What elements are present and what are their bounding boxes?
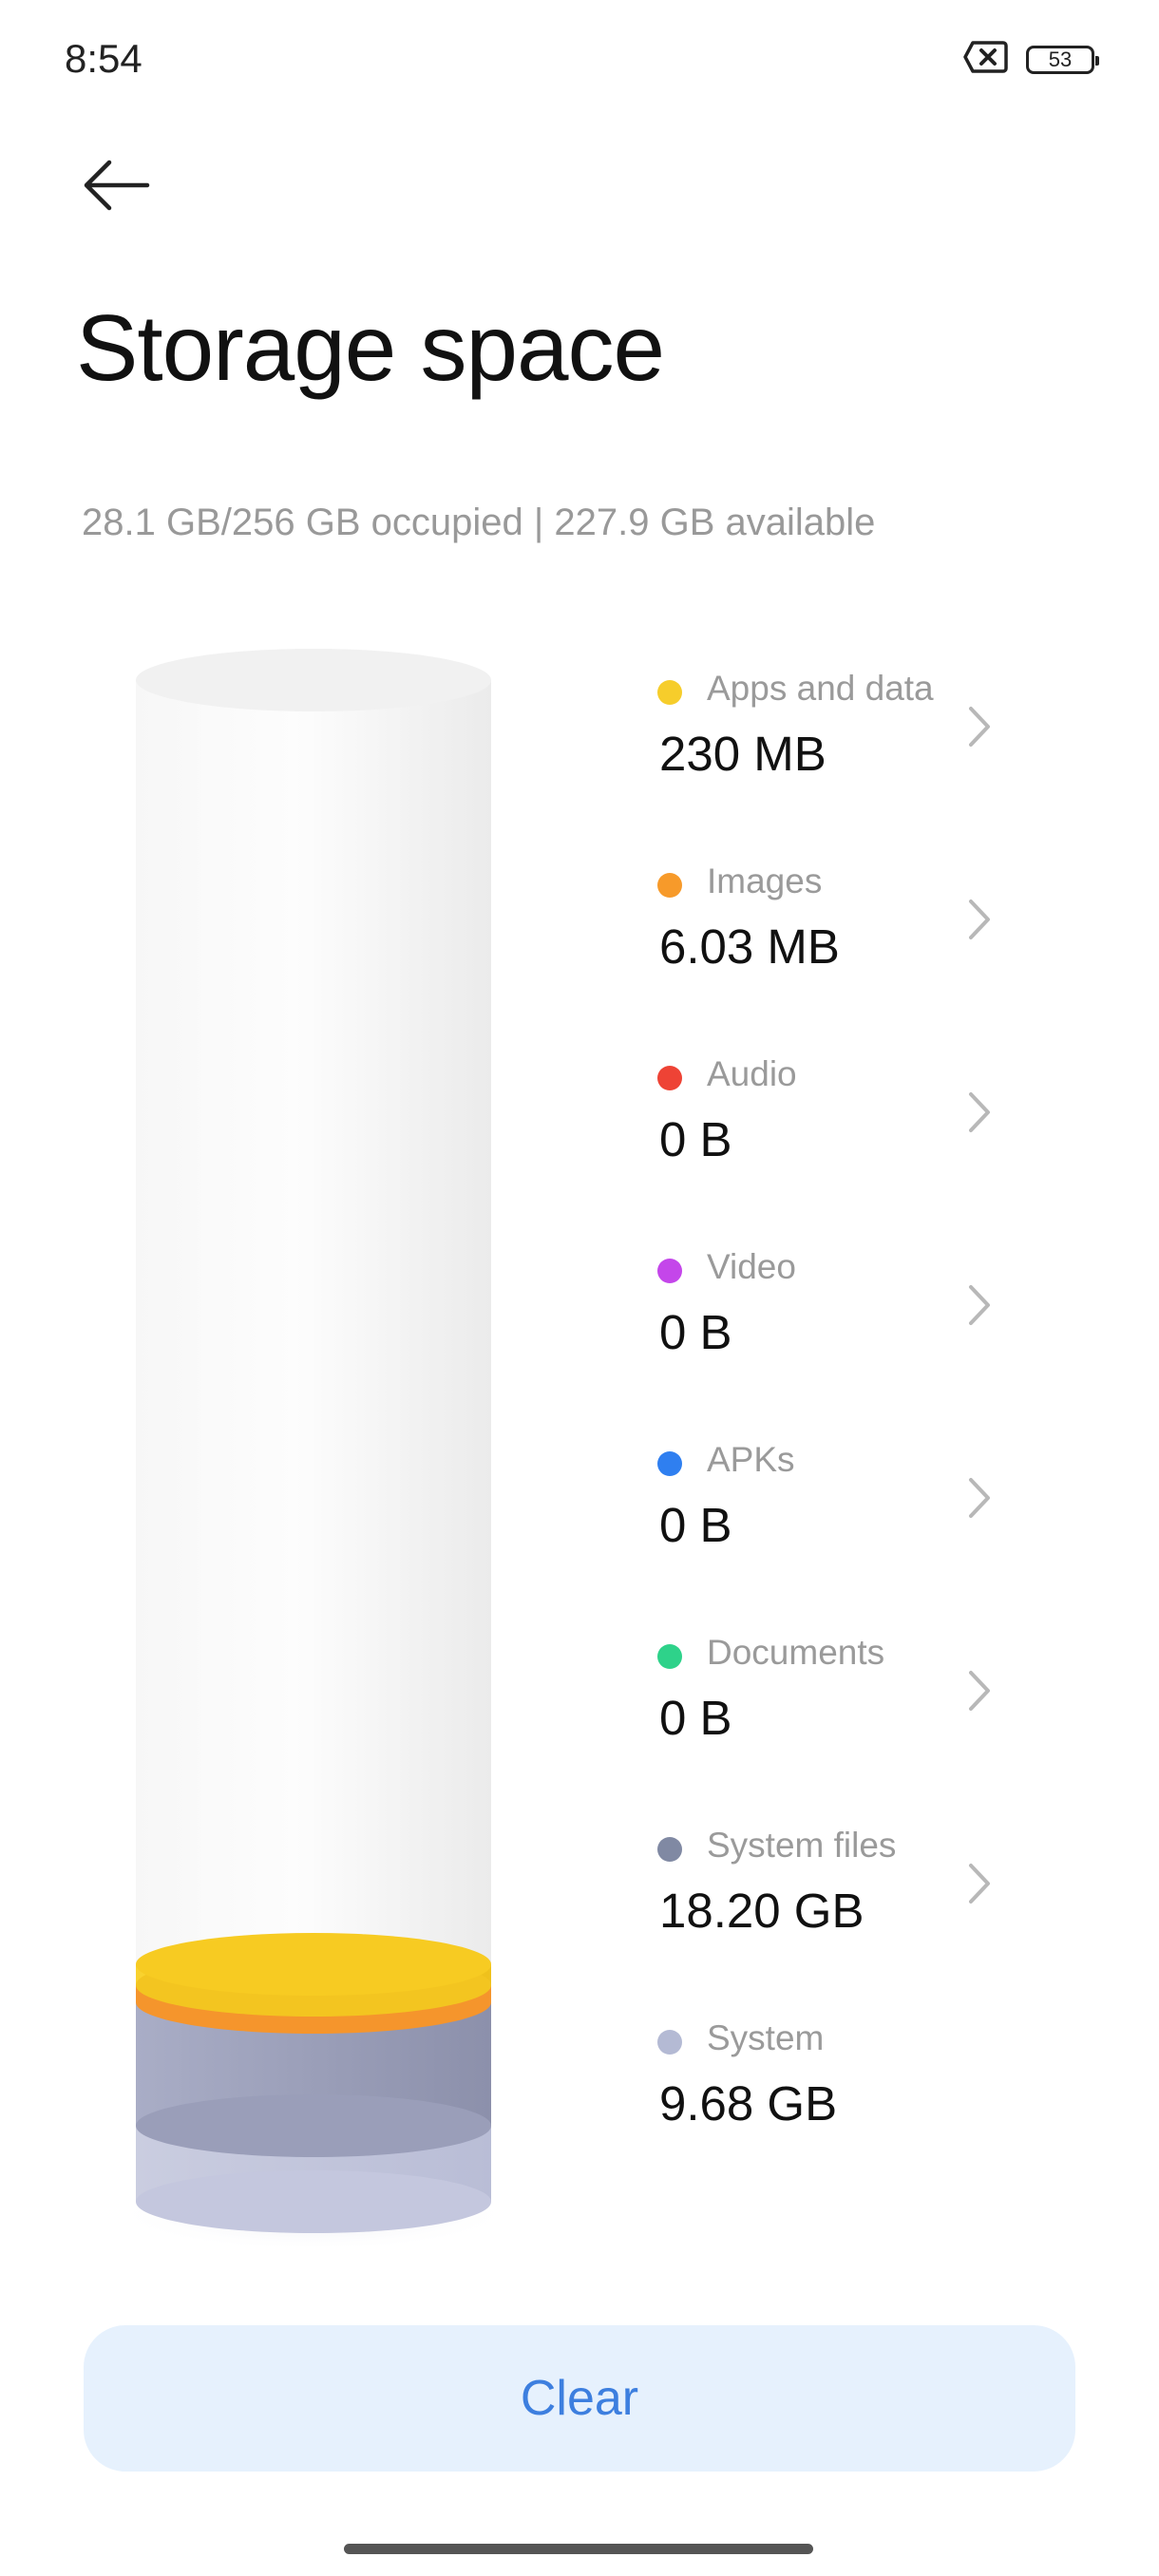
storage-screen: 8:54 53 Storage space 28.1 GB/256 GB occ… [0,0,1159,2576]
category-color-dot [657,1837,682,1862]
storage-category-item[interactable]: System files 18.20 GB [656,1812,998,2005]
segment-system-files-bottom [136,2094,491,2157]
category-label: Documents [707,1633,885,1672]
status-time: 8:54 [65,36,142,81]
category-color-dot [657,680,682,705]
category-color-dot [657,1644,682,1669]
category-label: Video [707,1247,796,1286]
category-size: 0 B [659,1691,732,1745]
chevron-right-icon [969,1092,990,1132]
category-label: Images [707,862,823,900]
chevron-right-icon [969,1671,990,1711]
category-size: 18.20 GB [659,1884,864,1938]
storage-category-item[interactable]: Audio 0 B [656,1041,998,1234]
category-label: APKs [707,1440,795,1479]
no-sim-icon [963,40,1009,79]
cylinder-top [136,649,491,711]
category-label: System files [707,1826,897,1865]
category-color-dot [657,873,682,898]
chevron-right-icon [969,900,990,939]
battery-level: 53 [1048,47,1073,71]
category-color-dot [657,1451,682,1476]
category-size: 9.68 GB [659,2076,838,2131]
category-size: 0 B [659,1112,732,1166]
storage-category-item[interactable]: Images 6.03 MB [656,848,998,1041]
segment-system-bottom [136,2170,491,2233]
category-size: 230 MB [659,727,826,781]
category-color-dot [657,1259,682,1283]
category-label: Apps and data [707,669,934,708]
storage-category-item[interactable]: Documents 0 B [656,1619,998,1812]
storage-category-list: Apps and data 230 MB Images 6.03 MB Audio 0 B… [656,655,998,2198]
chevron-right-icon [969,1285,990,1325]
home-indicator[interactable] [344,2544,813,2554]
category-color-dot [657,1066,682,1090]
storage-category-item[interactable]: APKs 0 B [656,1427,998,1619]
storage-category-item: System 9.68 GB [656,2005,998,2198]
clear-button[interactable]: Clear [84,2325,1075,2472]
storage-category-item[interactable]: Apps and data 230 MB [656,655,998,848]
storage-summary: 28.1 GB/256 GB occupied | 227.9 GB avail… [82,502,876,543]
back-button[interactable] [78,152,154,218]
category-size: 6.03 MB [659,919,840,974]
category-color-dot [657,2030,682,2055]
chevron-right-icon [969,707,990,747]
category-size: 0 B [659,1305,732,1359]
segment-apps-top [136,1933,491,1996]
chevron-right-icon [969,1864,990,1904]
page-title: Storage space [76,295,665,400]
category-label: System [707,2018,825,2057]
status-icons: 53 [963,40,1099,79]
back-arrow-icon [84,160,150,211]
chevron-right-icon [969,1478,990,1518]
battery-icon: 53 [1026,45,1099,74]
storage-cylinder-chart [114,646,513,2251]
storage-category-item[interactable]: Video 0 B [656,1234,998,1427]
category-label: Audio [707,1054,797,1093]
category-size: 0 B [659,1498,732,1552]
